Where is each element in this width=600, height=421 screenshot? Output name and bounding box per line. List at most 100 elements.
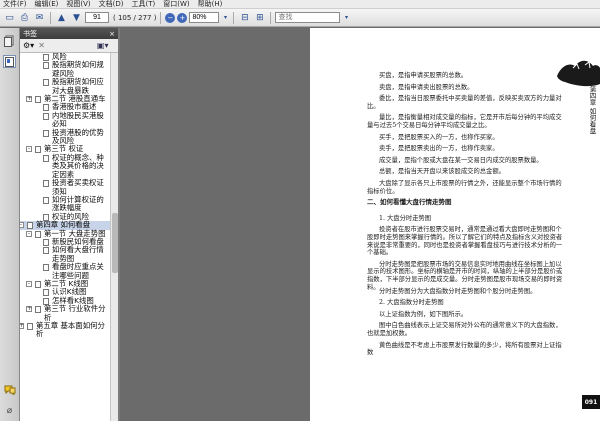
collapse-icon[interactable]: - bbox=[26, 280, 32, 287]
expand-icon[interactable]: + bbox=[20, 323, 24, 329]
bookmark-page-icon bbox=[35, 280, 41, 288]
bookmark-label: 股指期货如何规避风险 bbox=[52, 60, 104, 78]
bookmark-page-icon bbox=[43, 62, 49, 70]
bookmarks-panel: 书签 × ⚙▾ ✕ ▣▾ 风险 股指期货如何规避风险 股指期货如何应对大盘暴跌 + 第二… bbox=[20, 28, 120, 421]
pages-panel-icon[interactable] bbox=[3, 34, 16, 47]
body-paragraph: 卖盘，是指申请卖出股票的总数。 bbox=[379, 83, 474, 91]
fit-width-icon[interactable]: ⊞ bbox=[253, 11, 266, 24]
toolbar-separator bbox=[50, 11, 51, 24]
bookmark-item[interactable]: 投资者买卖权证须知 bbox=[20, 178, 110, 196]
menu-window[interactable]: 窗口(W) bbox=[163, 0, 189, 9]
body-paragraph: 委比，是指当日股票委托中买卖量的差值，反映买卖双方的力量对比。 bbox=[367, 95, 562, 110]
bookmark-item[interactable]: 股指期货如何应对大盘暴跌 bbox=[20, 77, 110, 95]
zoom-in-icon[interactable]: + bbox=[177, 12, 188, 23]
collapse-icon[interactable]: - bbox=[26, 146, 32, 153]
bookmark-page-icon bbox=[27, 323, 33, 330]
bookmark-item[interactable]: + 第五章 基本面如何分析 bbox=[20, 321, 110, 339]
collapse-icon[interactable]: - bbox=[26, 230, 32, 237]
bookmark-options-icon[interactable]: ⚙▾ bbox=[23, 41, 34, 50]
close-icon[interactable]: × bbox=[109, 30, 115, 38]
menu-view[interactable]: 视图(V) bbox=[66, 0, 90, 9]
bookmarks-panel-header: 书签 × bbox=[20, 28, 118, 39]
bookmarks-scrollbar-thumb[interactable] bbox=[112, 213, 118, 273]
body-paragraph: 买盘，是指申请买股票的总数。 bbox=[379, 72, 468, 79]
search-dropdown-chevron-icon[interactable]: ▾ bbox=[342, 11, 350, 24]
bookmark-label: 第五章 基本面如何分析 bbox=[36, 321, 105, 339]
bookmark-page-icon bbox=[43, 196, 49, 204]
body-paragraph: 卖手，是把股票卖出的一方，也称作卖家。 bbox=[379, 145, 499, 153]
bookmark-label: 权证的概念、种类及其价格的决定因素 bbox=[52, 152, 104, 179]
bookmark-item[interactable]: 如何看大盘行情走势图 bbox=[20, 246, 110, 263]
bookmark-item[interactable]: 权证的概念、种类及其价格的决定因素 bbox=[20, 152, 110, 179]
menu-tools[interactable]: 工具(T) bbox=[132, 0, 156, 9]
bookmarks-toolbar: ⚙▾ ✕ ▣▾ bbox=[20, 39, 118, 53]
fit-page-icon[interactable]: ⊟ bbox=[238, 11, 251, 24]
page-count-label: ( 105 / 277 ) bbox=[113, 13, 157, 22]
previous-page-icon[interactable]: ▲ bbox=[55, 11, 68, 24]
bookmark-page-icon bbox=[43, 104, 49, 112]
bookmark-label: 第三节 行业软件分析 bbox=[44, 304, 106, 322]
page-number-input[interactable] bbox=[85, 12, 109, 23]
open-icon[interactable]: ▭ bbox=[3, 11, 16, 24]
bookmark-page-icon bbox=[43, 180, 49, 188]
bookmark-page-icon bbox=[35, 146, 41, 154]
attachments-icon[interactable]: ⌀ bbox=[3, 404, 16, 417]
print-icon[interactable]: ⎙ bbox=[18, 11, 31, 24]
next-page-icon[interactable]: ▼ bbox=[70, 11, 83, 24]
bookmark-page-icon bbox=[43, 289, 49, 297]
bookmark-item[interactable]: 投资港股的优势及风险 bbox=[20, 127, 110, 146]
body-paragraph: 分时走势图分为大盘指数分时走势图和个股分时走势图。 bbox=[379, 287, 537, 295]
body-paragraph: 黄色曲线是不考虑上市股票发行数量的多少，将所有股票对上证指数 bbox=[367, 341, 562, 357]
bookmarks-panel-icon[interactable] bbox=[3, 55, 16, 68]
bookmark-item[interactable]: 内地股民买港股必知 bbox=[20, 110, 110, 129]
toolbar: ▭ ⎙ ✉ ▲ ▼ ( 105 / 277 ) − + ▾ ⊟ ⊞ ▾ bbox=[0, 9, 600, 27]
email-icon[interactable]: ✉ bbox=[33, 11, 46, 24]
bookmark-label: 投资者买卖权证须知 bbox=[52, 178, 104, 196]
new-bookmark-icon[interactable]: ▣▾ bbox=[97, 41, 109, 50]
menu-edit[interactable]: 编辑(E) bbox=[35, 0, 59, 9]
body-paragraph: 投资者在股市进行股票交易时，通常是通过看大盘即时走势图和个股即时走势图来掌握行情… bbox=[367, 226, 563, 257]
bookmark-page-icon bbox=[27, 222, 33, 230]
zoom-level-input[interactable] bbox=[189, 12, 220, 23]
bookmark-page-icon bbox=[43, 247, 49, 255]
bookmark-item[interactable]: 如何计算权证的涨跌幅度 bbox=[20, 195, 110, 213]
expand-icon[interactable]: + bbox=[26, 306, 32, 313]
menu-document[interactable]: 文档(D) bbox=[99, 0, 124, 9]
zoom-out-icon[interactable]: − bbox=[165, 12, 176, 23]
bookmarks-scrollbar[interactable] bbox=[110, 53, 118, 421]
bookmark-item[interactable]: 股指期货如何规避风险 bbox=[20, 61, 110, 78]
bookmark-label: 看盘时应重点关注哪些问题 bbox=[52, 262, 104, 280]
document-background bbox=[122, 28, 310, 421]
bookmark-label: 内地股民买港股必知 bbox=[52, 110, 104, 129]
body-paragraph: 图中白色曲线表示上证交易所对外公布的通常意义下的大盘指数，也就是加权数。 bbox=[367, 322, 562, 337]
search-input[interactable] bbox=[275, 12, 341, 23]
section-heading: 二、如何看懂大盘行情走势图 bbox=[367, 198, 452, 207]
bookmark-page-icon bbox=[43, 79, 49, 87]
bookmark-page-icon bbox=[43, 238, 49, 246]
bookmarks-panel-title: 书签 bbox=[23, 29, 37, 38]
menu-file[interactable]: 文件(F) bbox=[3, 0, 27, 9]
body-paragraph: 总额，是指当天开盘以来该股成交的总金额。 bbox=[379, 168, 505, 176]
bookmark-page-icon bbox=[43, 154, 49, 162]
delete-bookmark-icon[interactable]: ✕ bbox=[38, 41, 45, 50]
bookmarks-tree: 风险 股指期货如何规避风险 股指期货如何应对大盘暴跌 + 第二节 港股直通车 香港股市概述… bbox=[20, 53, 110, 421]
comments-icon[interactable] bbox=[3, 383, 16, 396]
menu-help[interactable]: 帮助(H) bbox=[198, 0, 223, 9]
bookmark-label: 投资港股的优势及风险 bbox=[52, 127, 104, 146]
bookmark-page-icon bbox=[35, 96, 41, 104]
toolbar-separator bbox=[270, 11, 272, 24]
document-page: 第四章 如何看盘 买盘，是指申请买股票的总数。 卖盘，是指申请卖出股票的总数。 委比… bbox=[310, 28, 600, 421]
bookmark-item[interactable]: + 第三节 行业软件分析 bbox=[20, 304, 110, 322]
body-paragraph: 以上证指数为例，如下图所示。 bbox=[379, 310, 468, 318]
toolbar-separator bbox=[233, 11, 235, 24]
bookmark-item[interactable]: 看盘时应重点关注哪些问题 bbox=[20, 262, 110, 280]
bookmark-page-icon bbox=[35, 306, 41, 314]
body-paragraph: 2. 大盘指数分时走势图 bbox=[379, 299, 444, 307]
navigation-strip: ⌀ bbox=[0, 28, 20, 421]
expand-icon[interactable]: + bbox=[26, 96, 32, 103]
collapse-icon[interactable]: - bbox=[20, 222, 24, 229]
zoom-dropdown-chevron-icon[interactable]: ▾ bbox=[221, 11, 229, 24]
toolbar-separator bbox=[160, 11, 162, 24]
bookmark-label: 股指期货如何应对大盘暴跌 bbox=[52, 77, 104, 95]
page-number: 091 bbox=[582, 395, 600, 409]
